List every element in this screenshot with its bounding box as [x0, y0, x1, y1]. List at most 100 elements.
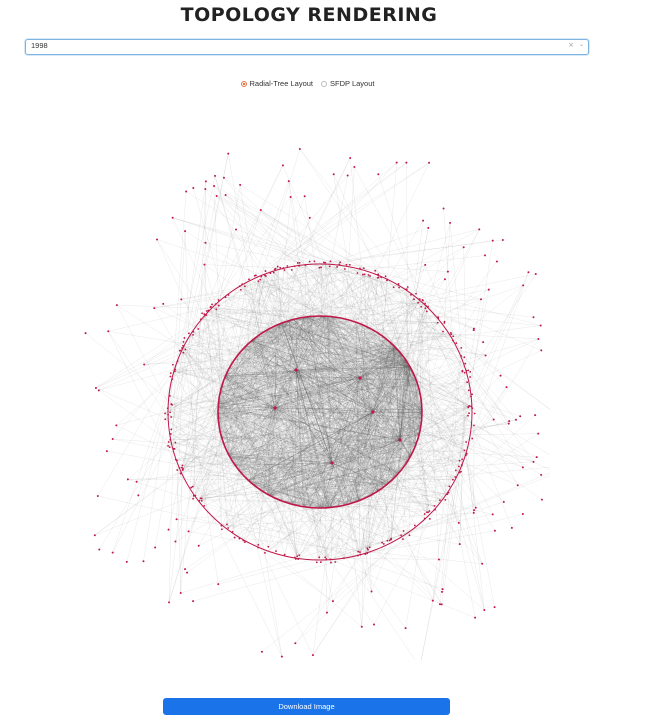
graph-node [336, 266, 339, 268]
graph-node [359, 551, 361, 554]
radio-radial-tree[interactable]: Radial-Tree Layout [240, 79, 313, 88]
graph-node [397, 282, 400, 285]
graph-node [205, 314, 208, 317]
graph-node [539, 324, 542, 327]
graph-node [171, 363, 174, 366]
graph-node [527, 271, 530, 274]
graph-node [192, 600, 195, 603]
graph-edge [261, 162, 407, 277]
graph-node [361, 273, 364, 276]
graph-node [298, 147, 301, 150]
graph-node [315, 561, 318, 564]
graph-node [176, 469, 179, 471]
graph-node [225, 523, 228, 526]
graph-node [440, 603, 443, 606]
graph-node [243, 541, 246, 543]
graph-node [381, 541, 384, 544]
graph-node [461, 458, 464, 461]
graph-node [510, 526, 513, 529]
graph-node [275, 550, 277, 553]
graph-node [187, 530, 190, 533]
graph-node [534, 272, 537, 275]
graph-node [205, 310, 208, 312]
graph-node [204, 187, 207, 190]
graph-node [200, 499, 203, 502]
graph-edge [459, 472, 496, 531]
graph-node [190, 486, 193, 489]
graph-edge [136, 473, 181, 482]
graph-node [345, 263, 348, 266]
graph-node [175, 518, 178, 521]
graph-node [135, 480, 138, 483]
graph-node [164, 412, 166, 415]
graph-node [238, 285, 241, 288]
graph-node [187, 332, 190, 335]
graph-node [178, 467, 181, 469]
graph-node [452, 335, 455, 338]
download-image-button[interactable]: Download Image [163, 698, 450, 715]
clear-icon[interactable]: × [568, 41, 574, 49]
graph-node [452, 339, 454, 342]
graph-node [235, 228, 238, 231]
graph-node [242, 539, 245, 542]
graph-node [377, 276, 380, 279]
graph-node [257, 546, 260, 549]
graph-node [199, 497, 202, 500]
graph-node [253, 274, 256, 277]
graph-node [174, 458, 177, 461]
graph-node [502, 500, 505, 503]
graph-node [169, 372, 172, 374]
graph-node [467, 406, 470, 409]
graph-node [464, 454, 467, 457]
radio-sfdp[interactable]: SFDP Layout [321, 79, 375, 88]
graph-node [154, 546, 157, 549]
topology-graph [84, 147, 550, 660]
graph-node [282, 267, 285, 269]
graph-node [283, 269, 286, 271]
graph-node [192, 494, 195, 497]
graph-node [423, 517, 426, 520]
graph-edge [452, 479, 483, 564]
graph-node [184, 568, 187, 571]
graph-node [211, 303, 213, 306]
graph-node [427, 226, 430, 229]
graph-node [458, 543, 461, 546]
graph-node [482, 341, 485, 344]
graph-edge [284, 240, 493, 271]
graph-node [446, 270, 449, 273]
year-select[interactable]: 1998 × ⌄ [25, 39, 589, 55]
graph-node [540, 473, 543, 476]
graph-node [460, 347, 463, 349]
graph-node [466, 381, 469, 384]
graph-node [469, 370, 472, 373]
graph-node [362, 267, 365, 270]
graph-node [201, 312, 204, 315]
graph-node [184, 348, 187, 351]
graph-node [434, 508, 436, 511]
graph-node [465, 369, 468, 372]
graph-node [470, 405, 473, 408]
graph-node [217, 299, 220, 301]
chevron-down-icon[interactable]: ⌄ [579, 41, 584, 48]
graph-node [521, 513, 524, 516]
graph-node [308, 260, 311, 263]
radio-label-sfdp: SFDP Layout [330, 79, 375, 88]
graph-node [410, 293, 412, 296]
graph-node [137, 494, 140, 497]
graph-node [428, 517, 431, 520]
graph-node [169, 433, 172, 435]
graph-edge [330, 559, 476, 618]
graph-node [367, 274, 370, 276]
graph-edge [205, 242, 388, 281]
graph-node [437, 558, 440, 561]
graph-node [356, 554, 359, 557]
graph-node [386, 279, 388, 282]
graph-node [93, 534, 96, 537]
radio-unselected-icon[interactable] [321, 80, 328, 87]
radio-selected-icon[interactable] [240, 80, 247, 87]
graph-node [297, 558, 300, 560]
graph-node [164, 418, 167, 421]
graph-node [474, 616, 477, 619]
graph-node [97, 389, 100, 392]
graph-node [448, 485, 451, 488]
